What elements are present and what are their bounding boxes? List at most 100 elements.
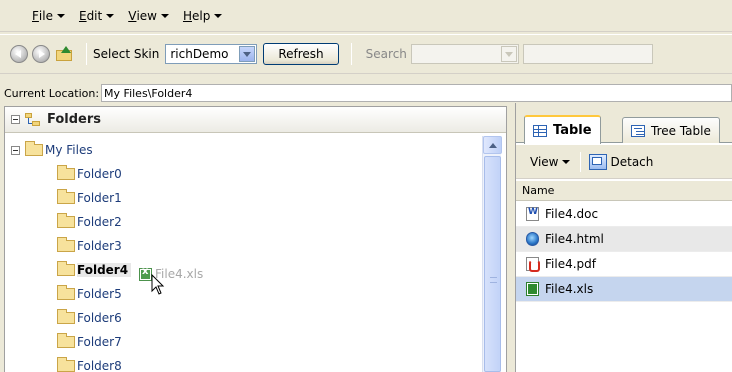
drag-ghost: File4.xls <box>139 266 203 281</box>
select-skin-label: Select Skin <box>93 47 160 61</box>
chevron-down-icon <box>106 14 115 18</box>
files-toolbar: View Detach <box>516 145 732 179</box>
table-row[interactable]: File4.html <box>516 227 732 252</box>
tree-node-label: Folder1 <box>77 191 122 205</box>
folder-up-icon[interactable] <box>56 46 74 62</box>
detach-label: Detach <box>610 154 654 169</box>
column-header-name[interactable]: Name <box>516 181 732 201</box>
back-icon[interactable] <box>10 45 28 63</box>
menu-view[interactable]: View <box>128 9 169 23</box>
file-name: File4.xls <box>545 282 594 296</box>
current-location-label: Current Location: <box>4 86 100 100</box>
tree-node-label: Folder6 <box>77 311 122 325</box>
table-row[interactable]: File4.doc <box>516 202 732 227</box>
search-type-select[interactable] <box>410 44 519 64</box>
folder-icon <box>57 357 75 372</box>
folder-icon <box>57 213 75 228</box>
scrollbar-thumb[interactable] <box>484 156 501 372</box>
detach-button[interactable]: Detach <box>589 153 654 170</box>
menu-bar: File Edit View Help <box>0 0 732 32</box>
tree-node-label-selected: Folder4 <box>77 263 132 277</box>
folder-icon <box>25 141 43 156</box>
tree-node-folder6[interactable]: Folder6 <box>57 306 122 330</box>
forward-icon[interactable] <box>32 45 50 63</box>
collapse-icon[interactable] <box>11 145 20 155</box>
tree-node-label: Folder7 <box>77 335 122 349</box>
mouse-cursor-icon <box>151 273 165 295</box>
tree-node-label: Folder2 <box>77 215 122 229</box>
tab-label: Table <box>553 123 592 138</box>
tree-node-label: Folder8 <box>77 359 122 372</box>
file-name: File4.html <box>545 232 604 246</box>
skin-select[interactable]: richDemo <box>165 44 258 64</box>
tree-node-label: Folder5 <box>77 287 122 301</box>
file-name: File4.doc <box>545 207 599 221</box>
folder-icon <box>57 165 75 180</box>
tab-tree-table[interactable]: Tree Table <box>622 117 720 143</box>
folder-tree: My Files Folder0 Folder1 Folder2 Folder3… <box>5 134 482 372</box>
chevron-down-icon[interactable] <box>500 46 517 62</box>
word-doc-icon <box>526 207 539 221</box>
folder-icon <box>57 261 75 276</box>
tree-node-label: Folder3 <box>77 239 122 253</box>
search-label: Search <box>365 47 407 61</box>
tab-label: Tree Table <box>651 123 711 138</box>
folders-panel: Folders My Files Folder0 Folder1 Folder2… <box>4 106 507 372</box>
tree-node-folder1[interactable]: Folder1 <box>57 186 122 210</box>
tree-node-label: Folder0 <box>77 167 122 181</box>
tree-table-icon <box>631 124 645 137</box>
chevron-down-icon <box>562 160 571 164</box>
excel-icon <box>139 266 152 281</box>
folders-panel-title: Folders <box>47 112 102 127</box>
main-toolbar: Select Skin richDemo Refresh Search <box>0 34 732 74</box>
detach-icon <box>589 153 608 170</box>
folders-panel-header: Folders <box>5 107 506 133</box>
table-row-selected[interactable]: File4.xls <box>516 277 732 302</box>
html-globe-icon <box>526 232 539 246</box>
toolbar-separator <box>350 43 352 65</box>
view-menu-button[interactable]: View <box>530 154 571 169</box>
search-input[interactable] <box>522 44 653 64</box>
collapse-icon[interactable] <box>11 115 20 124</box>
location-bar: Current Location: My Files\Folder4 <box>0 83 732 103</box>
tree-node-folder4[interactable]: Folder4 <box>57 258 132 282</box>
menu-help[interactable]: Help <box>183 9 223 23</box>
tree-node-folder5[interactable]: Folder5 <box>57 282 122 306</box>
toolbar-separator <box>580 151 582 172</box>
tree-node-folder2[interactable]: Folder2 <box>57 210 122 234</box>
toolbar-separator <box>86 43 87 65</box>
scroll-up-icon[interactable] <box>483 136 502 154</box>
folder-icon <box>57 237 75 252</box>
excel-icon <box>526 282 539 296</box>
refresh-button[interactable]: Refresh <box>263 43 339 65</box>
folder-tree-icon <box>25 112 41 127</box>
tree-node-folder0[interactable]: Folder0 <box>57 162 122 186</box>
skin-select-value: richDemo <box>170 47 229 61</box>
chevron-down-icon <box>160 14 169 18</box>
folder-icon <box>57 189 75 204</box>
chevron-down-icon <box>56 14 65 18</box>
tree-node-folder7[interactable]: Folder7 <box>57 330 122 354</box>
pdf-icon <box>526 257 540 272</box>
view-menu-label: View <box>530 154 559 169</box>
tree-node-label: My Files <box>45 143 93 157</box>
files-panel: Table Tree Table View Detach Name File4.… <box>515 103 732 372</box>
current-location-field[interactable]: My Files\Folder4 <box>101 84 732 102</box>
folder-icon <box>57 333 75 348</box>
chevron-down-icon <box>214 14 223 18</box>
folder-tree-scrollbar[interactable] <box>482 136 502 372</box>
tree-node-folder8[interactable]: Folder8 <box>57 354 122 372</box>
folder-icon <box>57 285 75 300</box>
column-header-label: Name <box>522 184 555 197</box>
menu-edit[interactable]: Edit <box>79 9 115 23</box>
folder-icon <box>57 309 75 324</box>
tree-node-my-files[interactable]: My Files <box>11 138 93 162</box>
chevron-down-icon[interactable] <box>239 46 256 62</box>
tree-node-folder3[interactable]: Folder3 <box>57 234 122 258</box>
table-icon <box>533 124 547 137</box>
view-tabs: Table Tree Table <box>516 103 732 144</box>
file-name: File4.pdf <box>545 257 596 271</box>
table-row[interactable]: File4.pdf <box>516 252 732 277</box>
tab-table[interactable]: Table <box>524 115 601 144</box>
menu-file[interactable]: File <box>32 9 65 23</box>
